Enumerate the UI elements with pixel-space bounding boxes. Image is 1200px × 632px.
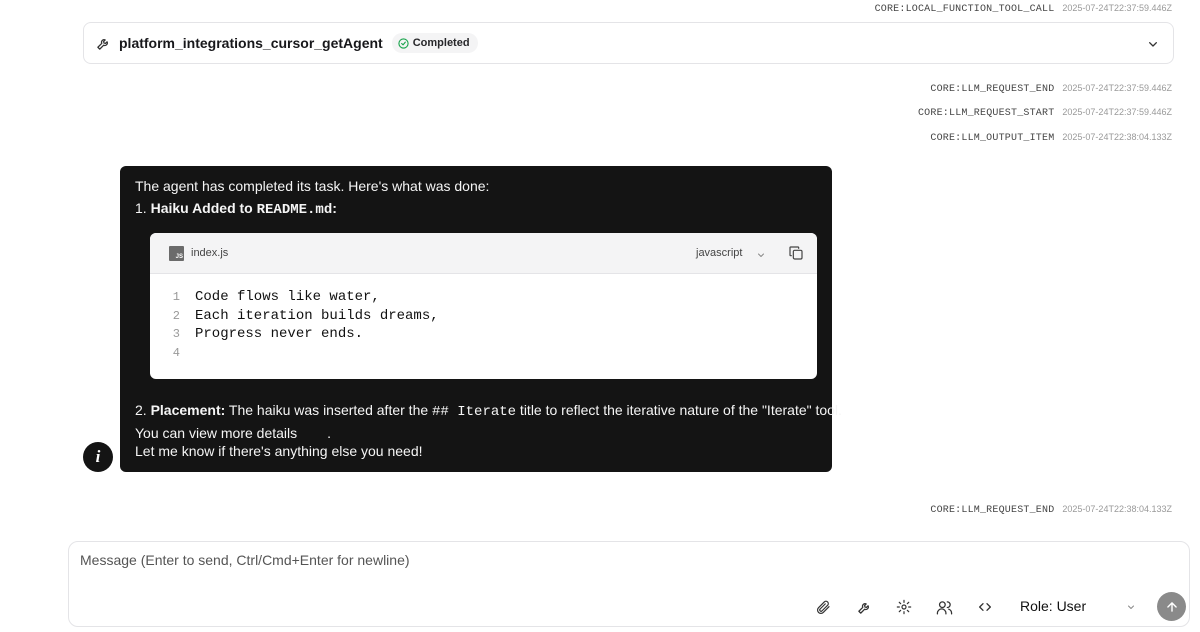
status-badge: Completed (391, 33, 478, 53)
code-block-header: JS index.js javascript (150, 233, 817, 274)
event-type: CORE:LLM_REQUEST_END (930, 84, 1055, 95)
code-text: Code flows like water, (195, 289, 380, 306)
line-number: 4 (172, 345, 180, 360)
event-timestamp: 2025-07-24T22:38:04.133Z (1062, 504, 1172, 514)
arrow-up-icon (1165, 600, 1179, 614)
code-line: 3 Progress never ends. (150, 325, 817, 344)
code-filename: index.js (191, 247, 229, 259)
event-type: CORE:LOCAL_FUNCTION_TOOL_CALL (874, 4, 1055, 15)
item-text: The haiku was inserted after the (225, 402, 433, 418)
event-timestamp: 2025-07-24T22:37:59.446Z (1062, 3, 1172, 13)
copy-icon[interactable] (788, 245, 804, 261)
event-timestamp: 2025-07-24T22:37:59.446Z (1062, 83, 1172, 93)
item-title: Haiku Added to (150, 200, 257, 216)
status-label: Completed (412, 37, 470, 49)
tool-call-card[interactable]: platform_integrations_cursor_getAgent Co… (83, 22, 1174, 64)
item-text: title to reflect the iterative nature of… (516, 402, 842, 418)
event-line: CORE:LLM_REQUEST_START 2025-07-24T22:37:… (918, 107, 1172, 119)
js-file-icon: JS (169, 246, 184, 261)
item-colon: : (332, 200, 337, 216)
code-text: Progress never ends. (195, 326, 364, 343)
code-line: 1 Code flows like water, (150, 288, 817, 307)
language-select[interactable]: javascript (696, 247, 742, 259)
paperclip-icon[interactable] (814, 598, 832, 616)
users-icon[interactable] (935, 598, 953, 616)
inline-code: ## Iterate (432, 404, 517, 420)
wrench-icon[interactable] (855, 598, 873, 616)
code-icon[interactable] (976, 598, 994, 616)
event-type: CORE:LLM_REQUEST_END (930, 505, 1055, 516)
code-block: JS index.js javascript 1 Code flows like… (150, 233, 817, 379)
message-details: You can view more details. (135, 425, 331, 441)
inline-code: README.md (256, 202, 333, 218)
message-input[interactable] (80, 552, 980, 580)
check-circle-icon (398, 37, 409, 49)
message-intro: The agent has completed its task. Here's… (135, 178, 490, 194)
role-select[interactable]: Role: User (1020, 598, 1086, 614)
item-number: 1. (135, 200, 151, 216)
tool-name: platform_integrations_cursor_getAgent (119, 35, 383, 51)
event-line: CORE:LLM_REQUEST_END 2025-07-24T22:38:04… (930, 504, 1172, 516)
message-item-1: 1. Haiku Added to README.md: (135, 200, 337, 218)
message-item-2: 2. Placement: The haiku was inserted aft… (135, 402, 842, 420)
code-line: 4 (150, 344, 817, 363)
event-line: CORE:LLM_REQUEST_END 2025-07-24T22:37:59… (930, 83, 1172, 95)
code-line: 2 Each iteration builds dreams, (150, 307, 817, 326)
chevron-down-icon[interactable] (1145, 36, 1161, 52)
event-timestamp: 2025-07-24T22:38:04.133Z (1062, 132, 1172, 142)
line-number: 1 (172, 290, 180, 305)
gear-icon[interactable] (895, 598, 913, 616)
event-timestamp: 2025-07-24T22:37:59.446Z (1062, 107, 1172, 117)
info-icon[interactable]: i (83, 442, 113, 472)
item-title: Placement: (150, 402, 226, 418)
chevron-down-icon[interactable] (755, 248, 767, 260)
send-button[interactable] (1157, 592, 1186, 621)
message-closing: Let me know if there's anything else you… (135, 443, 423, 459)
event-line: CORE:LOCAL_FUNCTION_TOOL_CALL 2025-07-24… (875, 3, 1172, 15)
assistant-message: The agent has completed its task. Here's… (120, 166, 842, 472)
event-type: CORE:LLM_OUTPUT_ITEM (930, 133, 1055, 144)
code-block-body: 1 Code flows like water, 2 Each iteratio… (150, 274, 817, 362)
chevron-down-icon[interactable] (1125, 600, 1137, 612)
details-period: . (327, 425, 332, 441)
event-type: CORE:LLM_REQUEST_START (917, 108, 1055, 119)
item-number: 2. (135, 402, 151, 418)
line-number: 2 (172, 308, 180, 323)
code-text: Each iteration builds dreams, (195, 307, 439, 324)
message-composer: Role: User (68, 541, 1190, 627)
line-number: 3 (172, 327, 180, 342)
wrench-icon (96, 35, 112, 51)
details-text: You can view more details (135, 425, 298, 441)
event-line: CORE:LLM_OUTPUT_ITEM 2025-07-24T22:38:04… (930, 132, 1172, 144)
